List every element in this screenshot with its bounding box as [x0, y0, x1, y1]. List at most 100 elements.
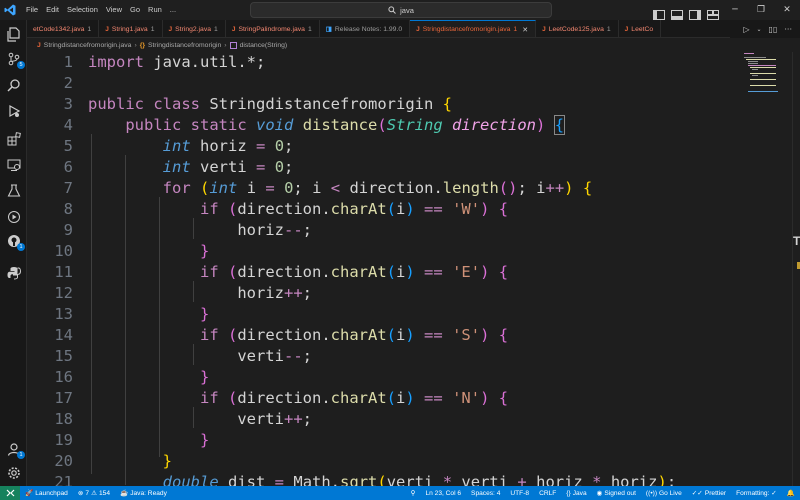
tab-4[interactable]: ◨ Release Notes: 1.99.0	[320, 20, 411, 37]
breadcrumb-file[interactable]: Stringdistancefromorigin.java	[44, 42, 132, 49]
tab-0[interactable]: etCode1342.java 1	[27, 20, 100, 37]
tab-label: Release Notes: 1.99.0	[334, 25, 403, 33]
menu-selection[interactable]: Selection	[63, 0, 102, 20]
vscode-logo-icon	[0, 0, 20, 20]
menu-edit[interactable]: Edit	[42, 0, 63, 20]
line-number: 6	[63, 158, 73, 176]
github-icon[interactable]: 1	[5, 232, 25, 251]
prettier-label: Prettier	[704, 489, 727, 497]
tab-problem-count: 1	[307, 25, 312, 33]
eol-item[interactable]: CRLF	[534, 486, 561, 500]
layout-sidebar-right-icon[interactable]	[689, 5, 701, 20]
tab-1[interactable]: J String1.java 1	[99, 20, 163, 37]
accounts-badge: 1	[17, 451, 25, 459]
error-count: 7	[85, 489, 90, 497]
line-number: 9	[63, 221, 73, 239]
line-number: 7	[63, 179, 73, 197]
java-status-item[interactable]: ☕ Java: Ready	[115, 486, 172, 500]
line-number: 4	[63, 116, 73, 134]
layout-sidebar-left-icon[interactable]	[653, 5, 665, 20]
cursor-position[interactable]: Ln 23, Col 6	[420, 486, 466, 500]
tab-problem-count: 1	[606, 25, 611, 33]
breadcrumb-class[interactable]: Stringdistancefromorigin	[148, 42, 221, 49]
source-control-badge: 5	[17, 61, 25, 69]
menu-run[interactable]: Run	[144, 0, 166, 20]
java-file-icon: J	[416, 26, 420, 33]
tab-2[interactable]: J String2.java 1	[163, 20, 226, 37]
line-number: 17	[54, 389, 73, 407]
java-file-icon: J	[231, 25, 236, 33]
accounts-icon[interactable]: 1	[5, 440, 25, 459]
breadcrumb-method[interactable]: distance(String)	[240, 42, 288, 49]
chevron-right-icon: ›	[224, 41, 227, 49]
prettier-item[interactable]: ✓✓ Prettier	[687, 486, 731, 500]
editor-scrollbar[interactable]	[792, 52, 800, 486]
tab-label: StringPalindrome.java	[238, 25, 305, 33]
remote-icon	[6, 489, 14, 497]
encoding-item[interactable]: UTF-8	[505, 486, 534, 500]
command-center-search[interactable]: java	[250, 2, 552, 18]
remote-indicator[interactable]	[0, 486, 20, 500]
menu-go[interactable]: Go	[126, 0, 144, 20]
run-and-debug-extension-icon[interactable]	[5, 208, 22, 225]
tab-6[interactable]: J LeetCode125.java 1	[536, 20, 619, 37]
code-line: 16 }	[27, 367, 747, 388]
customize-layout-icon[interactable]	[707, 5, 719, 20]
minimap[interactable]	[744, 52, 790, 92]
title-bar: File Edit Selection View Go Run ... ← → …	[0, 0, 800, 20]
code-line: 6 int verti = 0;	[27, 157, 747, 178]
tab-label: String2.java	[175, 25, 212, 33]
code-line: 21 double dist = Math.sqrt(verti * verti…	[27, 472, 747, 486]
menu-more[interactable]: ...	[166, 0, 180, 20]
zoom-icon-item[interactable]: ⚲	[406, 486, 421, 500]
notifications-bell-item[interactable]: 🔔	[782, 486, 800, 500]
remote-explorer-icon[interactable]	[5, 156, 22, 173]
go-live-item[interactable]: ((•)) Go Live	[641, 486, 687, 500]
maximize-button[interactable]: ❐	[748, 0, 774, 20]
formatting-item[interactable]: Formatting: ✓	[731, 486, 782, 500]
tab-problem-count: 1	[150, 25, 155, 33]
tab-5[interactable]: J Stringdistancefromorigin.java 1 ✕	[410, 20, 537, 37]
run-debug-icon[interactable]	[5, 102, 22, 119]
error-icon: ⊗	[77, 490, 84, 497]
code-line: 10 }	[27, 241, 747, 262]
close-tab-icon[interactable]: ✕	[522, 26, 528, 34]
language-item[interactable]: {} Java	[561, 486, 591, 500]
tab-3[interactable]: J StringPalindrome.java 1	[226, 20, 320, 37]
line-number: 8	[63, 200, 73, 218]
layout-panel-icon[interactable]	[671, 5, 683, 20]
menu-file[interactable]: File	[22, 0, 42, 20]
minimize-button[interactable]: ─	[722, 0, 748, 20]
python-icon[interactable]	[5, 264, 22, 281]
indentation-item[interactable]: Spaces: 4	[466, 486, 505, 500]
split-editor-icon[interactable]: ▯▯	[769, 25, 778, 34]
menu-view[interactable]: View	[102, 0, 126, 20]
vscode-file-icon: ◨	[325, 26, 332, 33]
chevron-right-icon: ›	[134, 41, 137, 49]
close-window-button[interactable]: ✕	[774, 0, 800, 20]
line-number: 19	[54, 431, 73, 449]
code-editor[interactable]: 1 import java.util.*; 2 3 public class Str…	[27, 52, 800, 486]
account-item[interactable]: ◉ Signed out	[592, 486, 641, 500]
more-actions-icon[interactable]: ···	[784, 25, 792, 34]
run-dropdown-icon[interactable]: ⌄	[757, 26, 762, 33]
manage-gear-icon[interactable]	[5, 464, 22, 481]
code-line: 4 public static void distance(String dir…	[27, 115, 747, 136]
source-control-icon[interactable]: 5	[5, 50, 25, 69]
explorer-icon[interactable]	[5, 26, 22, 43]
broadcast-icon: ((•))	[645, 489, 658, 497]
extensions-icon[interactable]	[5, 130, 22, 147]
status-bar: 🚀 Launchpad ⊗ 7 ⚠ 154 ☕ Java: Ready ⚲ Ln…	[0, 486, 800, 500]
tab-7[interactable]: J LeetCo	[619, 20, 662, 37]
method-cube-icon	[229, 41, 237, 49]
launchpad-item[interactable]: 🚀 Launchpad	[20, 486, 73, 500]
line-number: 1	[63, 53, 73, 71]
code-line: 17 if (direction.charAt(i) == 'N') {	[27, 388, 747, 409]
code-line: 13 }	[27, 304, 747, 325]
copilot-icon: ◉	[596, 490, 603, 497]
run-java-icon[interactable]: ▷	[743, 25, 749, 34]
search-icon	[388, 6, 396, 14]
testing-flask-icon[interactable]	[5, 182, 22, 199]
problems-item[interactable]: ⊗ 7 ⚠ 154	[73, 486, 115, 500]
search-icon[interactable]	[5, 76, 22, 93]
